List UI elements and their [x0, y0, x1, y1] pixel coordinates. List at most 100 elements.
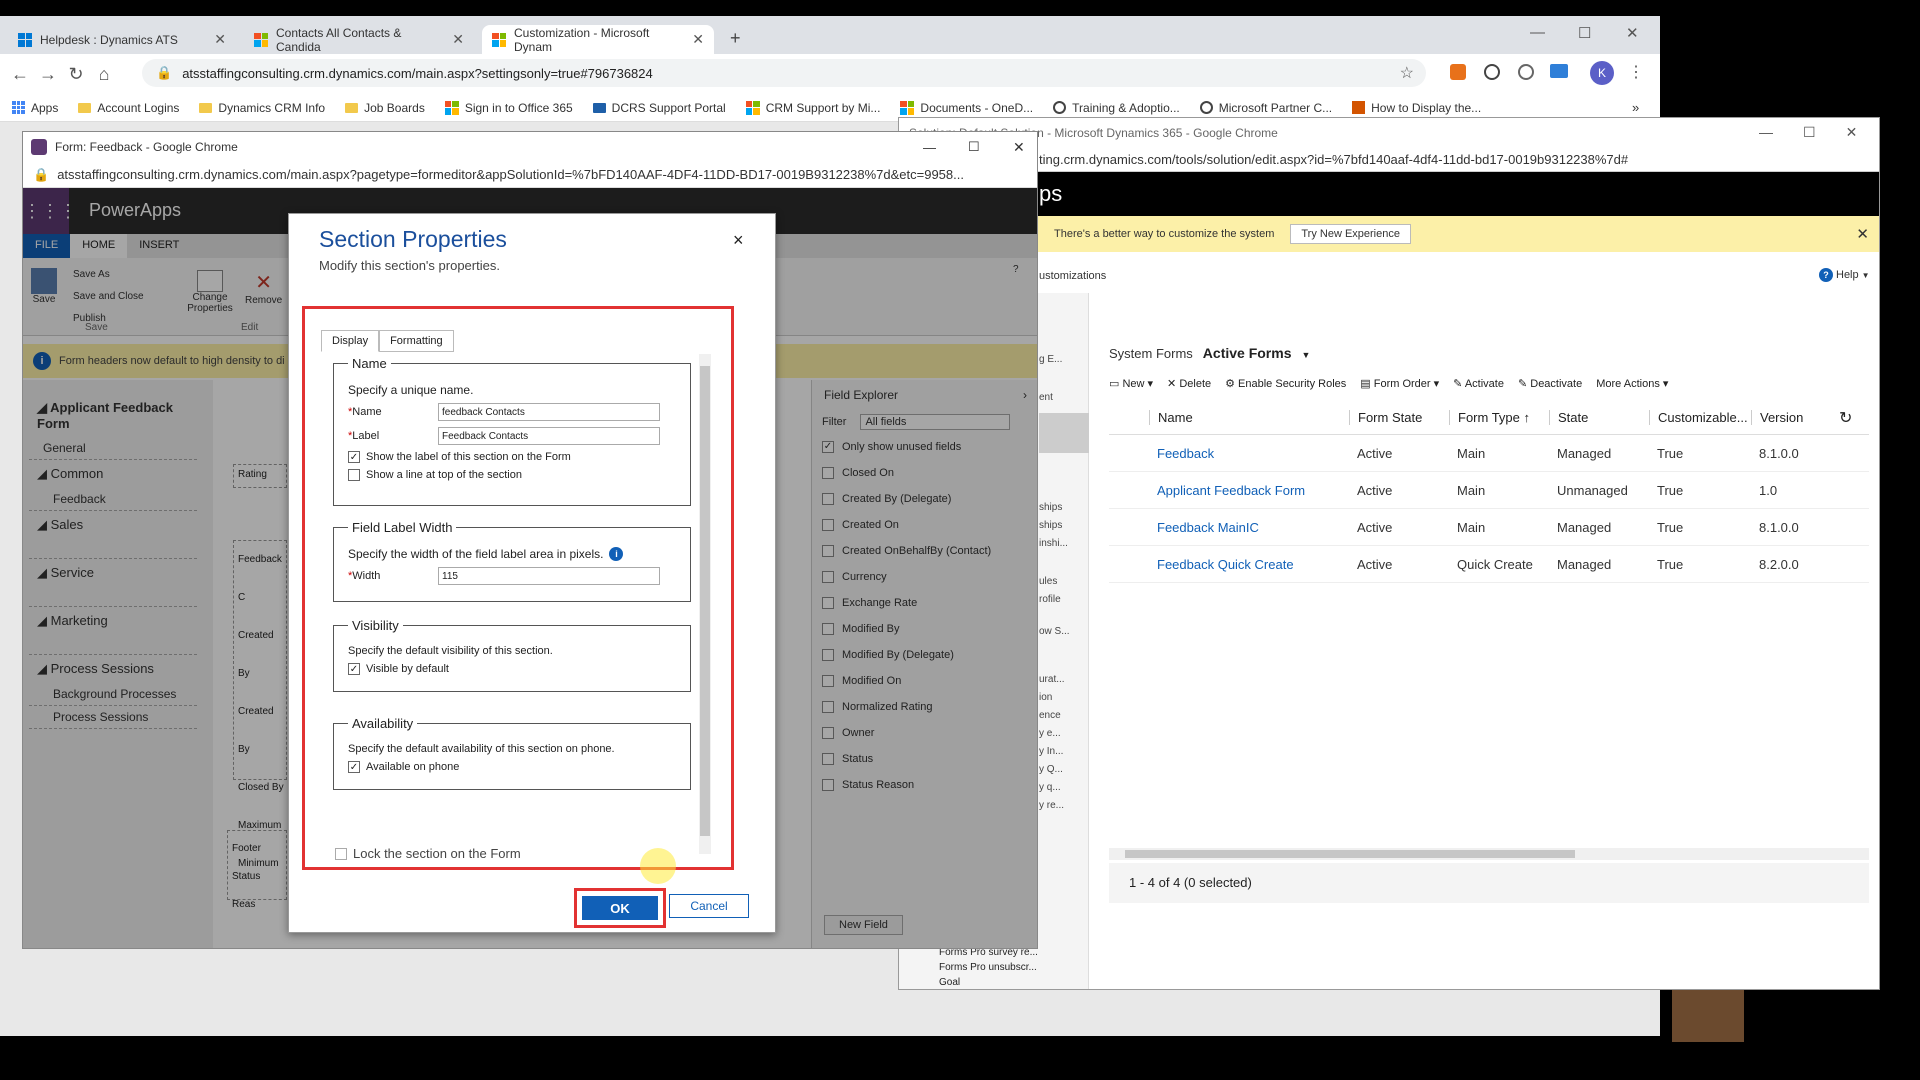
tree-fragment[interactable]: ion [1039, 689, 1089, 707]
bookmark-item[interactable]: CRM Support by Mi... [745, 100, 880, 115]
new-button[interactable]: ▭ New ▾ [1109, 377, 1153, 390]
menu-kebab-icon[interactable]: ⋮ [1628, 62, 1644, 82]
more-actions-button[interactable]: More Actions ▾ [1596, 377, 1668, 390]
tree-fragment[interactable]: ence [1039, 707, 1089, 725]
checkbox-unchecked[interactable] [348, 469, 360, 481]
maximize-icon[interactable]: ☐ [1578, 24, 1591, 42]
lock-section-checkbox[interactable]: Lock the section on the Form [335, 846, 521, 861]
scrollbar-thumb[interactable] [1125, 850, 1575, 858]
col-state[interactable]: State [1549, 410, 1649, 425]
bookmark-item[interactable]: Dynamics CRM Info [199, 101, 325, 115]
close-tab-icon[interactable]: ✕ [692, 31, 704, 48]
help-button[interactable]: ? Help ▼ [1819, 268, 1870, 282]
deactivate-button[interactable]: ✎ Deactivate [1518, 377, 1582, 390]
form-name-link[interactable]: Feedback MainIC [1149, 520, 1349, 535]
info-icon[interactable]: i [609, 547, 624, 561]
close-banner-icon[interactable]: ✕ [1856, 225, 1869, 243]
home-icon[interactable]: ⌂ [90, 64, 118, 85]
bookmark-star-icon[interactable]: ☆ [1400, 63, 1414, 83]
col-name[interactable]: Name [1149, 410, 1349, 425]
tree-fragment[interactable]: rofile [1039, 591, 1089, 609]
bookmark-item[interactable]: Microsoft Partner C... [1199, 101, 1332, 115]
col-form-type[interactable]: Form Type ↑ [1449, 410, 1549, 425]
tree-fragment[interactable]: inshi... [1039, 535, 1089, 553]
col-form-state[interactable]: Form State [1349, 410, 1449, 425]
checkbox-unchecked[interactable] [335, 847, 347, 860]
reload-icon[interactable]: ↻ [62, 64, 90, 85]
form-name-link[interactable]: Feedback [1149, 446, 1349, 461]
tree-fragment[interactable]: y e... [1039, 725, 1089, 743]
new-tab-button[interactable]: + [730, 28, 741, 49]
form-order-button[interactable]: ▤ Form Order ▾ [1360, 377, 1439, 390]
bookmark-item[interactable]: Training & Adoptio... [1053, 101, 1180, 115]
tab-formatting[interactable]: Formatting [379, 330, 454, 352]
extension-icon[interactable] [1550, 64, 1568, 78]
tree-fragment[interactable]: y In... [1039, 743, 1089, 761]
tree-item[interactable]: Goal [939, 975, 1038, 989]
tree-fragment[interactable]: ships [1039, 517, 1089, 535]
maximize-icon[interactable]: ☐ [968, 139, 980, 155]
close-window-icon[interactable]: ✕ [1626, 24, 1639, 42]
close-tab-icon[interactable]: ✕ [214, 31, 226, 48]
maximize-icon[interactable]: ☐ [1803, 124, 1816, 141]
table-row[interactable]: Feedback Quick Create Active Quick Creat… [1109, 546, 1869, 583]
tab-contacts[interactable]: Contacts All Contacts & Candida ✕ [244, 25, 474, 54]
tree-fragment[interactable]: y q... [1039, 779, 1089, 797]
enable-security-roles-button[interactable]: ⚙ Enable Security Roles [1225, 377, 1346, 390]
extension-icon[interactable] [1518, 64, 1534, 80]
close-tab-icon[interactable]: ✕ [452, 31, 464, 48]
activate-button[interactable]: ✎ Activate [1453, 377, 1504, 390]
label-input[interactable]: Feedback Contacts [438, 427, 660, 445]
name-input[interactable]: feedback Contacts [438, 403, 660, 421]
form-name-link[interactable]: Applicant Feedback Form [1149, 483, 1349, 498]
address-bar[interactable]: 🔒 atsstaffingconsulting.crm.dynamics.com… [142, 59, 1426, 87]
close-window-icon[interactable]: ✕ [1013, 139, 1025, 156]
close-icon[interactable]: × [733, 230, 744, 251]
bookmark-apps[interactable]: Apps [12, 101, 58, 115]
bookmarks-overflow-button[interactable]: » [1632, 100, 1639, 115]
checkbox-checked[interactable]: ✓ [348, 451, 360, 463]
available-on-phone-checkbox[interactable]: ✓ Available on phone [348, 761, 676, 773]
bookmark-item[interactable]: Account Logins [78, 101, 179, 115]
tree-fragment[interactable]: ow S... [1039, 623, 1089, 641]
dialog-scrollbar[interactable] [699, 354, 711, 854]
tree-fragment[interactable]: ships [1039, 499, 1089, 517]
bookmark-item[interactable]: DCRS Support Portal [592, 101, 726, 115]
try-new-experience-button[interactable]: Try New Experience [1290, 224, 1411, 244]
profile-avatar[interactable]: K [1590, 61, 1614, 85]
minimize-icon[interactable]: — [1759, 124, 1773, 141]
tab-display[interactable]: Display [321, 330, 380, 352]
back-icon[interactable]: ← [6, 64, 34, 85]
width-input[interactable]: 115 [438, 567, 660, 585]
checkbox-checked[interactable]: ✓ [348, 761, 360, 773]
tree-fragment[interactable]: ent [1039, 389, 1089, 407]
tree-item[interactable]: Forms Pro unsubscr... [939, 960, 1038, 975]
checkbox-checked[interactable]: ✓ [348, 663, 360, 675]
horizontal-scrollbar[interactable] [1109, 848, 1869, 860]
table-row[interactable]: Feedback Active Main Managed True 8.1.0.… [1109, 435, 1869, 472]
bookmark-item[interactable]: Job Boards [345, 101, 425, 115]
close-window-icon[interactable]: ✕ [1846, 124, 1858, 141]
col-customizable[interactable]: Customizable... [1649, 410, 1751, 425]
scrollbar-thumb[interactable] [700, 366, 710, 836]
table-row[interactable]: Feedback MainIC Active Main Managed True… [1109, 509, 1869, 546]
cancel-button[interactable]: Cancel [669, 894, 749, 918]
minimize-icon[interactable]: — [923, 140, 936, 155]
delete-button[interactable]: ✕ Delete [1167, 377, 1211, 390]
view-selector[interactable]: System Forms Active Forms ▼ [1109, 345, 1310, 361]
show-line-checkbox[interactable]: Show a line at top of the section [348, 469, 676, 481]
bookmark-item[interactable]: Documents - OneD... [900, 100, 1033, 115]
tree-fragment[interactable]: y re... [1039, 797, 1089, 815]
tree-fragment[interactable]: y Q... [1039, 761, 1089, 779]
minimize-icon[interactable]: — [1530, 24, 1545, 41]
tab-helpdesk[interactable]: Helpdesk : Dynamics ATS ✕ [8, 25, 236, 54]
col-version[interactable]: Version [1751, 410, 1831, 425]
bookmark-item[interactable]: Sign in to Office 365 [444, 100, 573, 115]
form-name-link[interactable]: Feedback Quick Create [1149, 557, 1349, 572]
tab-customization[interactable]: Customization - Microsoft Dynam ✕ [482, 25, 714, 54]
table-row[interactable]: Applicant Feedback Form Active Main Unma… [1109, 472, 1869, 509]
tree-fragment[interactable]: ules [1039, 573, 1089, 591]
tree-fragment[interactable]: urat... [1039, 671, 1089, 689]
extension-icon[interactable] [1484, 64, 1500, 80]
bookmark-item[interactable]: How to Display the... [1352, 101, 1481, 115]
